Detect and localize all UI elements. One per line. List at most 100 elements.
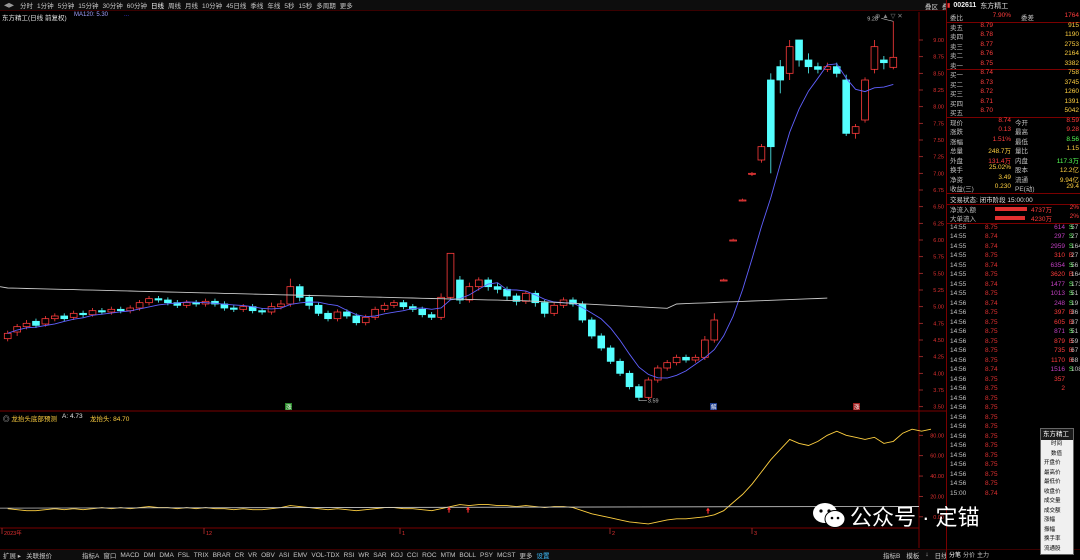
price-label-21: 3.75: [933, 388, 944, 394]
indicator-tab-17[interactable]: KDJ: [389, 552, 405, 559]
stat-label2: 最高: [1015, 129, 1028, 136]
tick-price: 8.75: [985, 423, 998, 430]
candle-body: [230, 307, 238, 310]
indicator-tab-14[interactable]: RSI: [342, 552, 357, 559]
context-menu-item-0[interactable]: 时间: [1041, 440, 1073, 450]
candle-body: [154, 298, 163, 301]
stat-label2: PE(动): [1015, 186, 1035, 193]
bottom-right-tab-0[interactable]: 指标B: [880, 550, 903, 560]
ind-label-2: 40.00: [930, 474, 944, 480]
context-menu-item-11[interactable]: 流通股: [1041, 545, 1073, 555]
candle-body: [22, 322, 31, 328]
indicator-tab-10[interactable]: OBV: [259, 552, 277, 559]
indicator-tab-5[interactable]: FSL: [176, 552, 192, 559]
price-label-1: 8.75: [933, 55, 944, 61]
indicator-tab-1[interactable]: 窗口: [101, 550, 118, 560]
context-menu-item-7[interactable]: 成交额: [1041, 507, 1073, 517]
tick-tab-0[interactable]: 分笔: [949, 550, 961, 559]
context-menu-item-3[interactable]: 最高价: [1041, 469, 1073, 479]
candle-body: [343, 311, 351, 317]
flow-label: 净流入额: [950, 206, 976, 214]
indicator-tab-0[interactable]: 指标A: [80, 550, 101, 560]
indicator-tab-7[interactable]: BRAR: [211, 552, 233, 559]
tick-vol: 1170: [1051, 356, 1065, 364]
tick-row: 14:56 8.75: [947, 404, 1080, 414]
candle-body: [597, 335, 606, 349]
tick-count: 57: [1071, 223, 1079, 231]
context-menu-item-9[interactable]: 振幅: [1041, 526, 1073, 536]
tick-time: 14:56: [950, 347, 967, 354]
tick-time: 14:56: [950, 442, 967, 449]
tick-row: 14:56 8.75 605 B 37: [947, 319, 1080, 329]
tick-row: 14:568.741516S108: [947, 366, 1080, 376]
candle-body: [870, 46, 879, 70]
tick-tab-2[interactable]: 主力: [977, 550, 989, 559]
ask-label: 卖三: [950, 43, 963, 51]
indicator-tab-15[interactable]: WR: [356, 552, 371, 559]
tick-vol: 310: [1054, 252, 1065, 259]
kline-chart[interactable]: 9.00 8.75 8.50 8.25 8.00 7.75 7.50 7.25 7.00 6.75…: [0, 0, 946, 548]
stock-code: 002611: [953, 2, 977, 9]
indicator-tab-6[interactable]: TRIX: [192, 552, 211, 559]
stat-value2: 8.56: [1066, 135, 1079, 143]
indicator-tab-9[interactable]: VR: [246, 552, 259, 559]
indicator-tab-11[interactable]: ASI: [277, 552, 291, 559]
indicator-tab-4[interactable]: DMA: [157, 552, 175, 559]
stat-value: 0.13: [998, 126, 1011, 133]
tick-time: 14:56: [950, 470, 967, 478]
context-menu-item-8[interactable]: 涨幅: [1041, 516, 1073, 526]
indicator-tab-12[interactable]: EMV: [291, 552, 309, 559]
bid-price: 8.70: [980, 107, 993, 114]
tick-row: 14:56 8.75 879 B 59: [947, 338, 1080, 348]
indicator-tab-25[interactable]: 设置: [534, 550, 551, 560]
tick-time: 14:56: [950, 394, 967, 402]
stat-label2: 最低: [1015, 138, 1028, 146]
context-menu-item-10[interactable]: 换手率: [1041, 535, 1073, 545]
price-label-22: 3.50: [933, 405, 944, 411]
bid-label: 买四: [950, 100, 963, 108]
context-menu-item-5[interactable]: 收盘价: [1041, 488, 1073, 498]
indicator-title: ◎ 龙抬头底部预测: [3, 416, 57, 423]
ask-row-0: 卖五 8.79 915: [947, 22, 1080, 32]
candle-body: [748, 172, 756, 175]
badge-label-0: 涨: [286, 403, 292, 411]
context-menu-item-2[interactable]: 开盘价: [1041, 459, 1073, 469]
tick-count: 59: [1071, 337, 1079, 345]
candle-body: [880, 59, 888, 64]
indicator-tab-3[interactable]: DMI: [141, 552, 157, 559]
indicator-tab-8[interactable]: CR: [233, 552, 246, 559]
flow-row-0: 净流入额 4737万 2%: [947, 204, 1080, 214]
tick-price: 8.75: [985, 404, 998, 411]
bid-label: 买三: [950, 91, 963, 98]
price-label-19: 4.25: [933, 355, 944, 361]
indicator-tab-22[interactable]: PSY: [478, 552, 495, 559]
indicator-tab-23[interactable]: MCST: [495, 552, 517, 559]
indicator-tab-19[interactable]: ROC: [420, 552, 438, 559]
tick-time: 14:56: [950, 404, 967, 411]
indicator-line: [7, 428, 932, 525]
context-menu-item-1[interactable]: 数值: [1041, 450, 1073, 460]
bottom-right-tab-2[interactable]: ↓: [922, 551, 931, 558]
indicator-tab-24[interactable]: 更多: [517, 550, 534, 560]
indicator-tab-18[interactable]: CCI: [405, 552, 420, 559]
tick-tab-1[interactable]: 分价: [963, 550, 975, 559]
indicator-tab-16[interactable]: SAR: [371, 552, 388, 559]
tick-price: 8.75: [985, 309, 998, 316]
price-label-2: 8.50: [933, 71, 944, 77]
bid-row-1: 买二 8.73 3745: [947, 79, 1080, 89]
indicator-tab-20[interactable]: MTM: [439, 552, 458, 559]
indicator-tab-13[interactable]: VOL-TDX: [309, 552, 341, 559]
context-menu-item-4[interactable]: 最低价: [1041, 478, 1073, 488]
expand-button[interactable]: 扩展 ▸: [0, 550, 24, 560]
x-label-0: 2023年: [4, 529, 22, 537]
indicator-tab-21[interactable]: BOLL: [457, 552, 478, 559]
context-menu-item-6[interactable]: 成交量: [1041, 497, 1073, 507]
indicator-tab-2[interactable]: MACD: [118, 552, 141, 559]
tick-price: 8.75: [985, 337, 998, 345]
related-quote[interactable]: 关联报价: [24, 550, 54, 560]
price-label-20: 4.00: [933, 371, 944, 377]
indicator-tabs: 指标A 窗口 MACD DMI DMA FSL TRIX BRAR CR VR OBV ASI EMV V…: [0, 549, 946, 560]
candle-body: [701, 339, 709, 358]
bottom-right-tab-1[interactable]: 模板: [903, 550, 922, 560]
tick-price: 8.75: [985, 480, 998, 487]
